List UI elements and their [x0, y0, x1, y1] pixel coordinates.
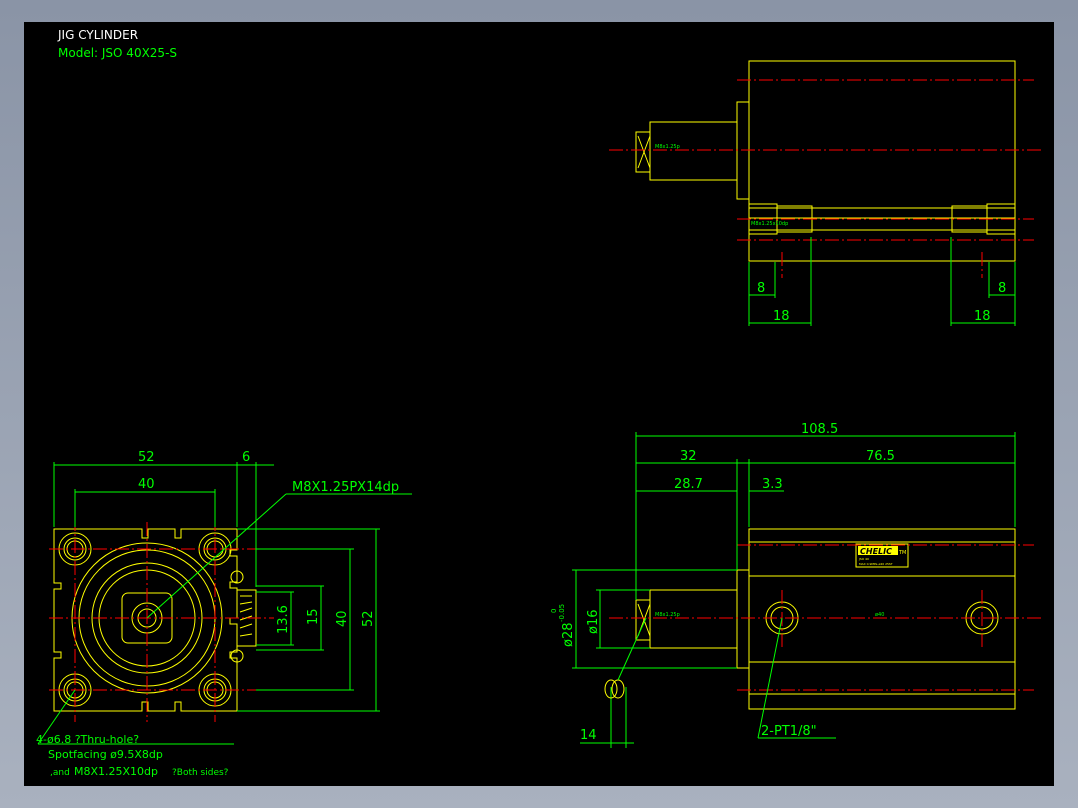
dim-front-6: 6 [242, 450, 250, 465]
cad-viewport[interactable]: JIG CYLINDER Model: JSO 40X25-S M8x1.25p… [24, 22, 1054, 786]
nameplate-tm: TM [898, 550, 906, 556]
dim-front-52-top: 52 [138, 450, 155, 465]
dim-front-40-top: 40 [138, 477, 155, 492]
side-body-outline [748, 60, 1016, 262]
side-rod-end [635, 131, 651, 173]
plan-view: CHELIC TM JSO 40 MAX 0.9MPa ø40 25ST M8x… [550, 422, 1042, 748]
dim-side-right-8: 8 [998, 281, 1006, 296]
dim-front-15: 15 [306, 608, 321, 625]
front-note-line2: Spotfacing ø9.5X8dp [48, 748, 163, 761]
front-view: 52 6 40 M8X1.25PX14dp 13.6 15 40 52 4-ø6… [36, 450, 412, 778]
nameplate-line2: MAX 0.9MPa ø40 25ST [859, 562, 893, 566]
side-thread-label: M8x1.25p [655, 144, 680, 150]
front-note-line3-prefix: ,and [50, 768, 70, 778]
front-note-line3-main: M8X1.25X10dp [74, 765, 158, 778]
dim-plan-76-5: 76.5 [866, 449, 895, 464]
plan-rod [649, 589, 738, 649]
nameplate-brand: CHELIC [860, 547, 892, 556]
dim-plan-dia28-tol-lower: -0.05 [558, 604, 566, 622]
plan-rod-end [635, 599, 651, 641]
dim-plan-108-5: 108.5 [801, 422, 838, 437]
dim-side-left-8: 8 [757, 281, 765, 296]
side-view: M8x1.25p M8x1.25x10dp 8 18 8 18 [609, 60, 1042, 326]
drawing-title: JIG CYLINDER [57, 28, 138, 42]
drawing-model: Model: JSO 40X25-S [58, 46, 177, 60]
dim-plan-28-7: 28.7 [674, 477, 703, 492]
dim-plan-14: 14 [580, 728, 597, 743]
plan-bore-label: ø40 [875, 612, 884, 618]
plan-flange [736, 569, 750, 669]
side-rod [649, 121, 738, 181]
plan-thread-label: M8x1.25p [655, 612, 680, 618]
dim-plan-dia28-tol-upper: 0 [550, 609, 558, 613]
front-note-line1: 4-ø6.8 ?Thru-hole? [36, 733, 139, 746]
dim-plan-dia28: ø28 [561, 623, 576, 648]
dim-plan-dia16: ø16 [586, 610, 601, 635]
side-port-label: M8x1.25x10dp [751, 221, 788, 227]
dim-side-left-18: 18 [773, 309, 790, 324]
plan-port-callout: 2-PT1/8" [761, 724, 817, 739]
front-thread-callout: M8X1.25PX14dp [292, 480, 399, 495]
dim-plan-32: 32 [680, 449, 697, 464]
plan-body-outline [748, 528, 1016, 710]
dim-front-52-right: 52 [361, 610, 376, 627]
dim-front-40-right: 40 [335, 610, 350, 627]
front-note-line3-suffix: ?Both sides? [172, 768, 229, 778]
nameplate-line1: JSO 40 [858, 557, 869, 561]
cad-drawing: JIG CYLINDER Model: JSO 40X25-S M8x1.25p… [36, 28, 1042, 778]
dim-plan-3-3: 3.3 [762, 477, 783, 492]
dim-side-right-18: 18 [974, 309, 991, 324]
dim-front-13-6: 13.6 [276, 605, 291, 634]
